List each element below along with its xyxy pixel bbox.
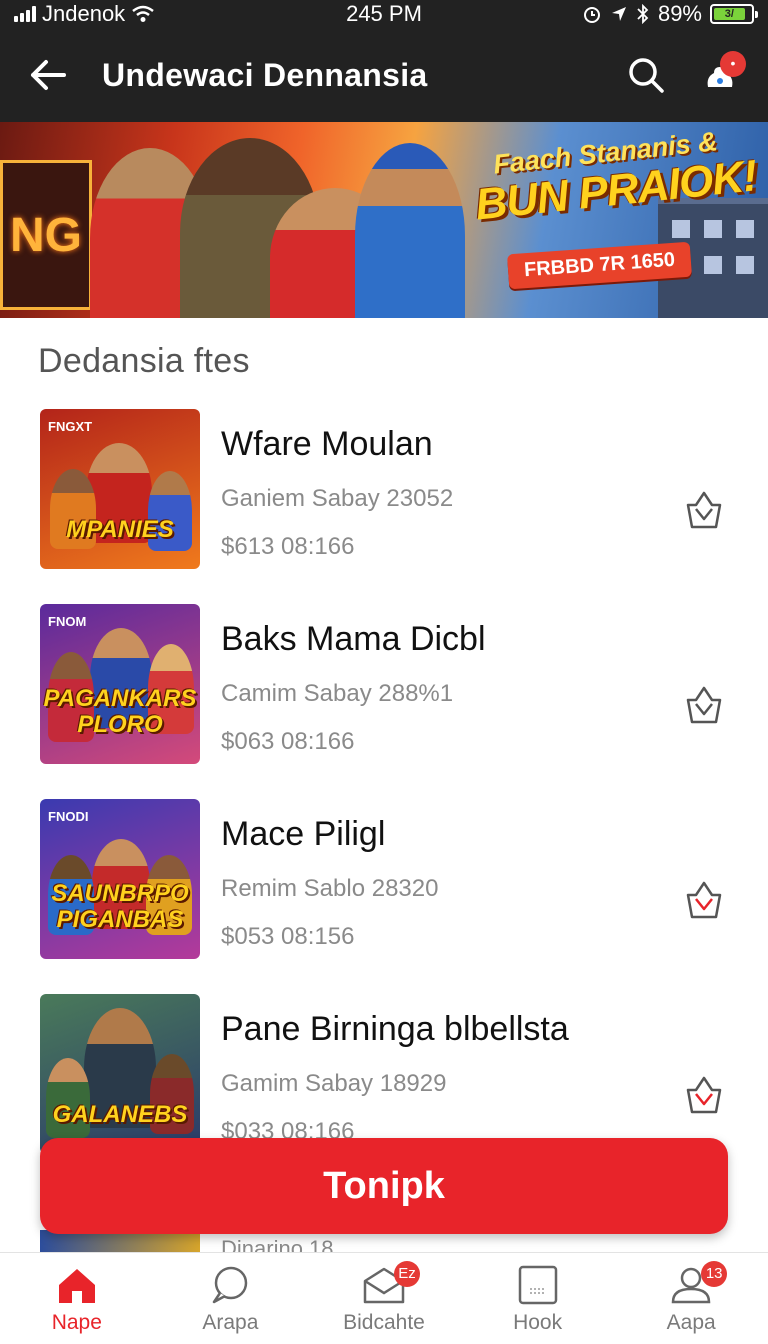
nav-label: Aapa [666,1311,716,1334]
item-price: $053 08:156 [221,923,355,950]
nav-label: Hook [513,1311,563,1334]
nav-item-messages[interactable]: Ez Bidcahte [307,1253,461,1344]
banner-character [355,143,465,318]
nav-label: Arapa [202,1311,259,1334]
search-icon [629,58,664,93]
banner-sign: NG [0,160,92,310]
item-subtitle: Camim Sabay 288%1 [221,680,454,707]
item-subtitle: Remim Sablo 28320 [221,875,439,902]
item-title: Wfare Moulan [221,425,433,463]
battery-percent: 89% [657,1,702,26]
bottom-nav: Nape Arapa Ez Bidcahte Hook 13 Aapa [0,1252,768,1344]
battery-label: 3/ [714,8,745,20]
download-icon [686,881,722,919]
game-thumbnail: FNGXT MPANIES [40,409,200,569]
item-title: Mace Piligl [221,815,386,853]
thumbnail-tag: FNGXT [48,419,93,434]
download-button[interactable] [680,485,728,535]
home-icon [58,1269,95,1303]
tablet-icon [518,1265,557,1305]
thumbnail-tag: FNODI [48,809,89,824]
battery-icon: 3/ [710,4,758,24]
back-button[interactable] [20,47,76,103]
promo-banner[interactable]: NG Faach Stananis & BUN PRAIOK! FRBBD 7R… [0,122,768,318]
thumbnail-title: MPANIES [66,516,174,543]
download-button[interactable] [680,875,728,925]
item-subtitle: Ganiem Sabay 23052 [221,485,454,512]
back-arrow-icon [31,60,66,90]
nav-item-chat[interactable]: Arapa [154,1253,308,1344]
nav-badge: Ez [393,1261,420,1287]
app-header: Undewaci Dennansia • [0,28,768,122]
item-price: $613 08:166 [221,533,355,560]
alarm-icon [583,7,600,23]
nav-item-hook[interactable]: Hook [461,1253,615,1344]
thumbnail-title: PAGANKARS PLORO [43,685,197,738]
bluetooth-icon [637,4,649,24]
nav-item-home[interactable]: Nape [0,1253,154,1344]
download-icon [686,491,722,529]
download-icon [686,1076,722,1114]
game-list: FNGXT MPANIES Wfare Moulan Ganiem Sabay … [0,405,768,1185]
download-button[interactable] [680,1070,728,1120]
nav-item-profile[interactable]: 13 Aapa [614,1253,768,1344]
item-title: Baks Mama Dicbl [221,620,486,658]
list-item[interactable]: FNOM PAGANKARS PLORO Baks Mama Dicbl Cam… [0,600,768,795]
game-thumbnail: FNOM PAGANKARS PLORO [40,604,200,764]
notifications-button[interactable]: • [692,47,748,103]
location-icon [611,7,626,21]
notification-badge: • [720,51,746,77]
status-bar: Jndenok 245 PM 89% 3/ [0,0,768,28]
search-button[interactable] [618,47,674,103]
signal-icon [14,6,36,22]
chat-bubble-icon [213,1266,248,1304]
primary-action-button[interactable]: Tonipk [40,1138,728,1234]
status-time: 245 PM [346,1,422,26]
wifi-icon [132,5,154,22]
thumbnail-title: GALANEBS [52,1101,188,1128]
thumbnail-tag: FNOM [48,614,87,629]
carrier-label: Jndenok [42,1,126,26]
item-price: $063 08:166 [221,728,355,755]
thumbnail-title: SAUNBRPO PIGANBAS [51,880,189,933]
game-thumbnail: FNODI SAUNBRPO PIGANBAS [40,799,200,959]
list-item[interactable]: FNODI SAUNBRPO PIGANBAS Mace Piligl Remi… [0,795,768,990]
item-subtitle: Gamim Sabay 18929 [221,1070,447,1097]
download-button[interactable] [680,680,728,730]
list-item[interactable]: FNGXT MPANIES Wfare Moulan Ganiem Sabay … [0,405,768,600]
section-title: Dedansia ftes [38,342,250,380]
nav-label: Nape [51,1311,102,1334]
nav-label: Bidcahte [343,1311,425,1334]
game-thumbnail: GALANEBS [40,994,200,1154]
page-title: Undewaci Dennansia [102,56,428,93]
item-title: Pane Birninga blbellsta [221,1010,569,1048]
download-icon [686,686,722,724]
nav-badge: 13 [701,1261,728,1287]
